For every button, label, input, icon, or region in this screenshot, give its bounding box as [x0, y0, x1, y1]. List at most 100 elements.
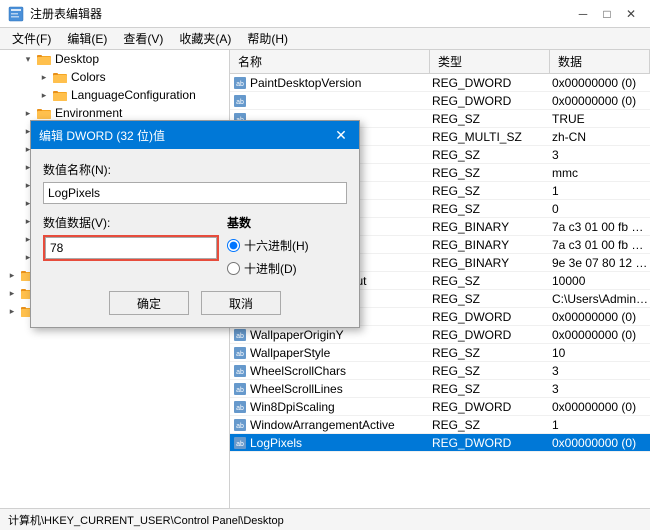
- menu-favorites[interactable]: 收藏夹(A): [171, 28, 239, 49]
- reg-data-Win8DpiScaling: 0x00000000 (0): [552, 400, 650, 414]
- reg-data-WheelScrollChars: 3: [552, 364, 650, 378]
- title-bar-left: 注册表编辑器: [8, 5, 102, 22]
- col-header-name: 名称: [230, 50, 430, 73]
- reg-data-WallpaperStyle: 10: [552, 346, 650, 360]
- reg-name-WallpaperOriginY: WallpaperOriginY: [248, 328, 432, 342]
- name-input[interactable]: [43, 182, 347, 204]
- svg-text:ab: ab: [236, 441, 244, 448]
- title-bar: 注册表编辑器 ─ □ ✕: [0, 0, 650, 28]
- reg-data-WheelScrollLines: 3: [552, 382, 650, 396]
- svg-text:ab: ab: [236, 99, 244, 106]
- tree-label-language: LanguageConfiguration: [71, 88, 196, 102]
- folder-icon-colors: [52, 69, 68, 85]
- svg-text:ab: ab: [236, 369, 244, 376]
- menu-edit[interactable]: 编辑(E): [59, 28, 115, 49]
- reg-icon-PaintDesktopVersion: ab: [232, 75, 248, 91]
- reg-data-PaintDesktopVersion: 0x00000000 (0): [552, 76, 650, 90]
- tree-item-colors[interactable]: ▸ Colors: [0, 68, 229, 86]
- reg-data-Wallpaper: C:\Users\Administre...: [552, 292, 650, 306]
- app-icon: [8, 6, 24, 22]
- menu-file[interactable]: 文件(F): [4, 28, 59, 49]
- tree-item-language[interactable]: ▸ LanguageConfiguration: [0, 86, 229, 104]
- reg-row-WheelScrollLines[interactable]: abWheelScrollLinesREG_SZ3: [230, 380, 650, 398]
- close-button[interactable]: ✕: [620, 4, 642, 24]
- reg-data-ne: 7a c3 01 00 fb 80 0...: [552, 220, 650, 234]
- reg-row-WallpaperOriginY[interactable]: abWallpaperOriginYREG_DWORD0x00000000 (0…: [230, 326, 650, 344]
- reg-row-LogPixels[interactable]: abLogPixelsREG_DWORD0x00000000 (0): [230, 434, 650, 452]
- tree-arrow-desktop: ▾: [20, 54, 36, 65]
- reg-data-WallpaperOriginX: 0x00000000 (0): [552, 310, 650, 324]
- reg-row-PaintDesktopVersion[interactable]: abPaintDesktopVersionREG_DWORD0x00000000…: [230, 74, 650, 92]
- reg-type-r7: REG_SZ: [432, 184, 552, 198]
- reg-name-WheelScrollChars: WheelScrollChars: [248, 364, 432, 378]
- tree-label-colors: Colors: [71, 70, 106, 84]
- reg-type-pNa: REG_SZ: [432, 166, 552, 180]
- menu-bar: 文件(F) 编辑(E) 查看(V) 收藏夹(A) 帮助(H): [0, 28, 650, 50]
- maximize-button[interactable]: □: [596, 4, 618, 24]
- hex-radio-text: 十六进制(H): [244, 237, 309, 254]
- svg-text:ab: ab: [236, 405, 244, 412]
- reg-icon-LogPixels: ab: [232, 435, 248, 451]
- reg-name-LogPixels: LogPixels: [248, 436, 432, 450]
- reg-data-r2: 0x00000000 (0): [552, 94, 650, 108]
- reg-type-WallpaperOriginY: REG_DWORD: [432, 328, 552, 342]
- reg-type-r2: REG_DWORD: [432, 94, 552, 108]
- reg-type-r4: REG_MULTI_SZ: [432, 130, 552, 144]
- folder-icon-language: [52, 87, 68, 103]
- reg-type-ne: REG_BINARY: [432, 220, 552, 234]
- reg-row-Win8DpiScaling[interactable]: abWin8DpiScalingREG_DWORD0x00000000 (0): [230, 398, 650, 416]
- tree-arrow-language: ▸: [36, 90, 52, 101]
- col-header-type: 类型: [430, 50, 550, 73]
- reg-type-WheelScrollChars: REG_SZ: [432, 364, 552, 378]
- reg-type-WaitToKillAppTimeout: REG_SZ: [432, 274, 552, 288]
- dec-radio-label[interactable]: 十进制(D): [227, 260, 347, 277]
- cancel-button[interactable]: 取消: [201, 291, 281, 315]
- reg-data-LogPixels: 0x00000000 (0): [552, 436, 650, 450]
- dec-radio[interactable]: [227, 262, 240, 275]
- base-section: 基数 十六进制(H) 十进制(D): [227, 214, 347, 277]
- reg-data-r8: 0: [552, 202, 650, 216]
- reg-name-WallpaperStyle: WallpaperStyle: [248, 346, 432, 360]
- svg-text:ab: ab: [236, 333, 244, 340]
- svg-text:ab: ab: [236, 387, 244, 394]
- folder-icon-desktop: [36, 51, 52, 67]
- reg-row-WheelScrollChars[interactable]: ab WheelScrollCharsREG_SZ3: [230, 362, 650, 380]
- reg-type-e_000: REG_BINARY: [432, 238, 552, 252]
- reg-row-WindowArrangementActive[interactable]: abWindowArrangementActiveREG_SZ1: [230, 416, 650, 434]
- menu-view[interactable]: 查看(V): [115, 28, 171, 49]
- reg-icon-WallpaperOriginY: ab: [232, 327, 248, 343]
- reg-data-nt: 9e 3e 07 80 12 00 0...: [552, 256, 650, 270]
- reg-data-WaitToKillAppTimeout: 10000: [552, 274, 650, 288]
- dialog-body: 数值名称(N): 数值数据(V): 基数 十六进制(H): [31, 149, 359, 327]
- reg-type-WheelScrollLines: REG_SZ: [432, 382, 552, 396]
- reg-data-r4: zh-CN: [552, 130, 650, 144]
- minimize-button[interactable]: ─: [572, 4, 594, 24]
- tree-item-desktop[interactable]: ▾Desktop: [0, 50, 229, 68]
- reg-icon-WheelScrollChars: ab: [232, 363, 248, 379]
- status-path: 计算机\HKEY_CURRENT_USER\Control Panel\Desk…: [8, 512, 284, 528]
- hex-radio-label[interactable]: 十六进制(H): [227, 237, 347, 254]
- reg-data-r7: 1: [552, 184, 650, 198]
- svg-text:ab: ab: [236, 423, 244, 430]
- reg-type-Win8DpiScaling: REG_DWORD: [432, 400, 552, 414]
- reg-type-r5: REG_SZ: [432, 148, 552, 162]
- column-headers: 名称 类型 数据: [230, 50, 650, 74]
- reg-icon-WindowArrangementActive: ab: [232, 417, 248, 433]
- reg-type-nt: REG_BINARY: [432, 256, 552, 270]
- value-input[interactable]: [45, 237, 217, 259]
- hex-radio[interactable]: [227, 239, 240, 252]
- reg-type-r8: REG_SZ: [432, 202, 552, 216]
- reg-row-WallpaperStyle[interactable]: abWallpaperStyleREG_SZ10: [230, 344, 650, 362]
- value-input-wrapper: [43, 235, 219, 261]
- menu-help[interactable]: 帮助(H): [239, 28, 296, 49]
- col-header-data: 数据: [550, 50, 650, 73]
- ok-button[interactable]: 确定: [109, 291, 189, 315]
- reg-row-r2[interactable]: ab REG_DWORD0x00000000 (0): [230, 92, 650, 110]
- dialog-buttons: 确定 取消: [43, 291, 347, 315]
- dialog-close-button[interactable]: ✕: [331, 125, 351, 145]
- window-controls: ─ □ ✕: [572, 4, 642, 24]
- reg-data-r5: 3: [552, 148, 650, 162]
- tree-arrow-colors: ▸: [36, 72, 52, 83]
- dialog-row: 数值数据(V): 基数 十六进制(H) 十进制(D): [43, 214, 347, 277]
- reg-name-PaintDesktopVersion: PaintDesktopVersion: [248, 76, 432, 90]
